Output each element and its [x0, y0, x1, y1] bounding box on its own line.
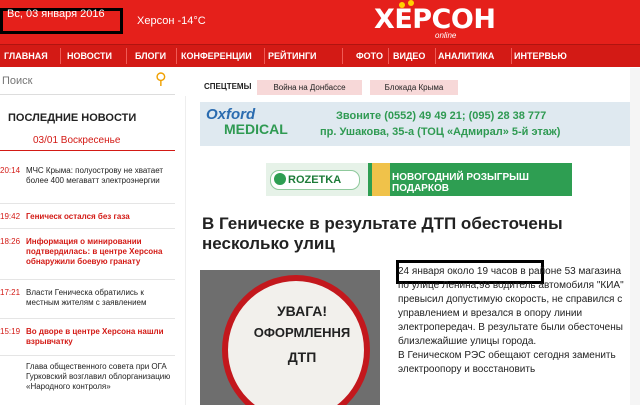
nav-divider: [176, 48, 177, 64]
rozetka-banner[interactable]: ROZETKA НОВОГОДНИЙ РОЗЫГРЫШ ПОДАРКОВ: [266, 163, 572, 196]
nav-divider: [388, 48, 389, 64]
banner-address: пр. Ушакова, 35-а (ТОЦ «Адмирал» 5-й эта…: [320, 126, 561, 138]
nav-item-news[interactable]: НОВОСТИ: [67, 45, 112, 67]
site-header: Вс, 03 января 2016 Херсон -14°C ХЕРСОН o…: [0, 0, 640, 44]
rozetka-logo-icon: [274, 173, 286, 185]
current-date: Вс, 03 января 2016: [7, 8, 105, 20]
logo-dot-icon: [399, 2, 405, 8]
news-title[interactable]: Глава общественного совета при ОГА Гурко…: [26, 362, 174, 392]
news-title[interactable]: Информация о минировании подтвердилась: …: [26, 237, 174, 267]
site-logo-sub: online: [435, 31, 457, 40]
nav-item-interview[interactable]: ИНТЕРВЬЮ: [514, 45, 567, 67]
nav-item-home[interactable]: ГЛАВНАЯ: [4, 45, 48, 67]
road-sign-image: УВАГА! ОФОРМЛЕННЯ ДТП: [222, 275, 370, 405]
news-title[interactable]: Геническ остался без газа: [26, 212, 174, 222]
search-icon[interactable]: ⚲: [155, 71, 167, 89]
article-title: В Геническе в результате ДТП обесточены …: [202, 214, 563, 253]
news-time: 20:14: [0, 166, 21, 175]
logo-dot-icon: [408, 0, 414, 6]
tab-crimea-blockade[interactable]: Блокада Крыма: [370, 80, 458, 95]
news-time: 17:21: [0, 288, 21, 297]
sign-line: ОФОРМЛЕННЯ: [253, 325, 351, 340]
divider: [0, 279, 175, 280]
news-title[interactable]: Власти Геническа обратились к местным жи…: [26, 288, 174, 308]
nav-item-blogs[interactable]: БЛОГИ: [135, 45, 166, 67]
banner-brand-area: ROZETKA: [266, 163, 368, 196]
search-input[interactable]: [0, 73, 152, 89]
news-time: 15:19: [0, 327, 21, 336]
latest-news-sidebar: ПОСЛЕДНИЕ НОВОСТИ 03/01 Воскресенье 20:1…: [0, 96, 186, 405]
banner-logo-bottom: MEDICAL: [224, 121, 288, 137]
sign-line: УВАГА!: [276, 303, 328, 319]
banner-brand: ROZETKA: [288, 174, 342, 186]
scrollbar[interactable]: [630, 68, 640, 405]
nav-divider: [60, 48, 61, 64]
divider: [0, 355, 175, 356]
news-time: 19:42: [0, 212, 21, 221]
oxford-medical-banner[interactable]: Oxford MEDICAL Звоните (0552) 49 49 21; …: [200, 102, 633, 146]
search-bar: ⚲: [0, 68, 175, 95]
nav-item-video[interactable]: ВИДЕО: [393, 45, 425, 67]
article-paragraph: В Геническом РЭС обещают сегодня заменит…: [398, 350, 616, 375]
nav-divider: [511, 48, 512, 64]
divider: [0, 203, 175, 204]
latest-news-heading: ПОСЛЕДНИЕ НОВОСТИ: [8, 112, 137, 124]
nav-divider: [126, 48, 127, 64]
tab-donbass-war[interactable]: Война на Донбассе: [257, 80, 362, 95]
main-nav: ГЛАВНАЯ НОВОСТИ БЛОГИ КОНФЕРЕНЦИИ РЕЙТИН…: [0, 44, 640, 67]
divider: [0, 150, 175, 151]
banner-phone: Звоните (0552) 49 49 21; (095) 28 38 777: [336, 110, 547, 122]
sign-line: ДТП: [287, 349, 317, 365]
divider: [0, 228, 175, 229]
article-photo[interactable]: УВАГА! ОФОРМЛЕННЯ ДТП: [200, 270, 380, 405]
article-paragraph: 24 января около 19 часов в районе 53 маг…: [398, 266, 624, 347]
nav-divider: [264, 48, 265, 64]
nav-item-ratings[interactable]: РЕЙТИНГИ: [268, 45, 317, 67]
nav-item-conferences[interactable]: КОНФЕРЕНЦИИ: [181, 45, 252, 67]
news-time: 18:26: [0, 237, 21, 246]
nav-item-photo[interactable]: ФОТО: [356, 45, 383, 67]
nav-divider: [435, 48, 436, 64]
banner-text: НОВОГОДНИЙ РОЗЫГРЫШ ПОДАРКОВ: [392, 172, 529, 194]
specthemes-label: СПЕЦТЕМЫ: [204, 82, 252, 91]
weather-info: Херсон -14°C: [137, 15, 206, 27]
gift-icon: [372, 163, 390, 196]
nav-divider: [342, 48, 343, 64]
divider: [0, 318, 175, 319]
nav-item-analytics[interactable]: АНАЛИТИКА: [438, 45, 494, 67]
news-day-label: 03/01 Воскресенье: [33, 135, 121, 146]
news-title[interactable]: Во дворе в центре Херсона нашли взрывчат…: [26, 327, 174, 347]
news-title[interactable]: МЧС Крыма: полуострову не хватает более …: [26, 166, 174, 186]
